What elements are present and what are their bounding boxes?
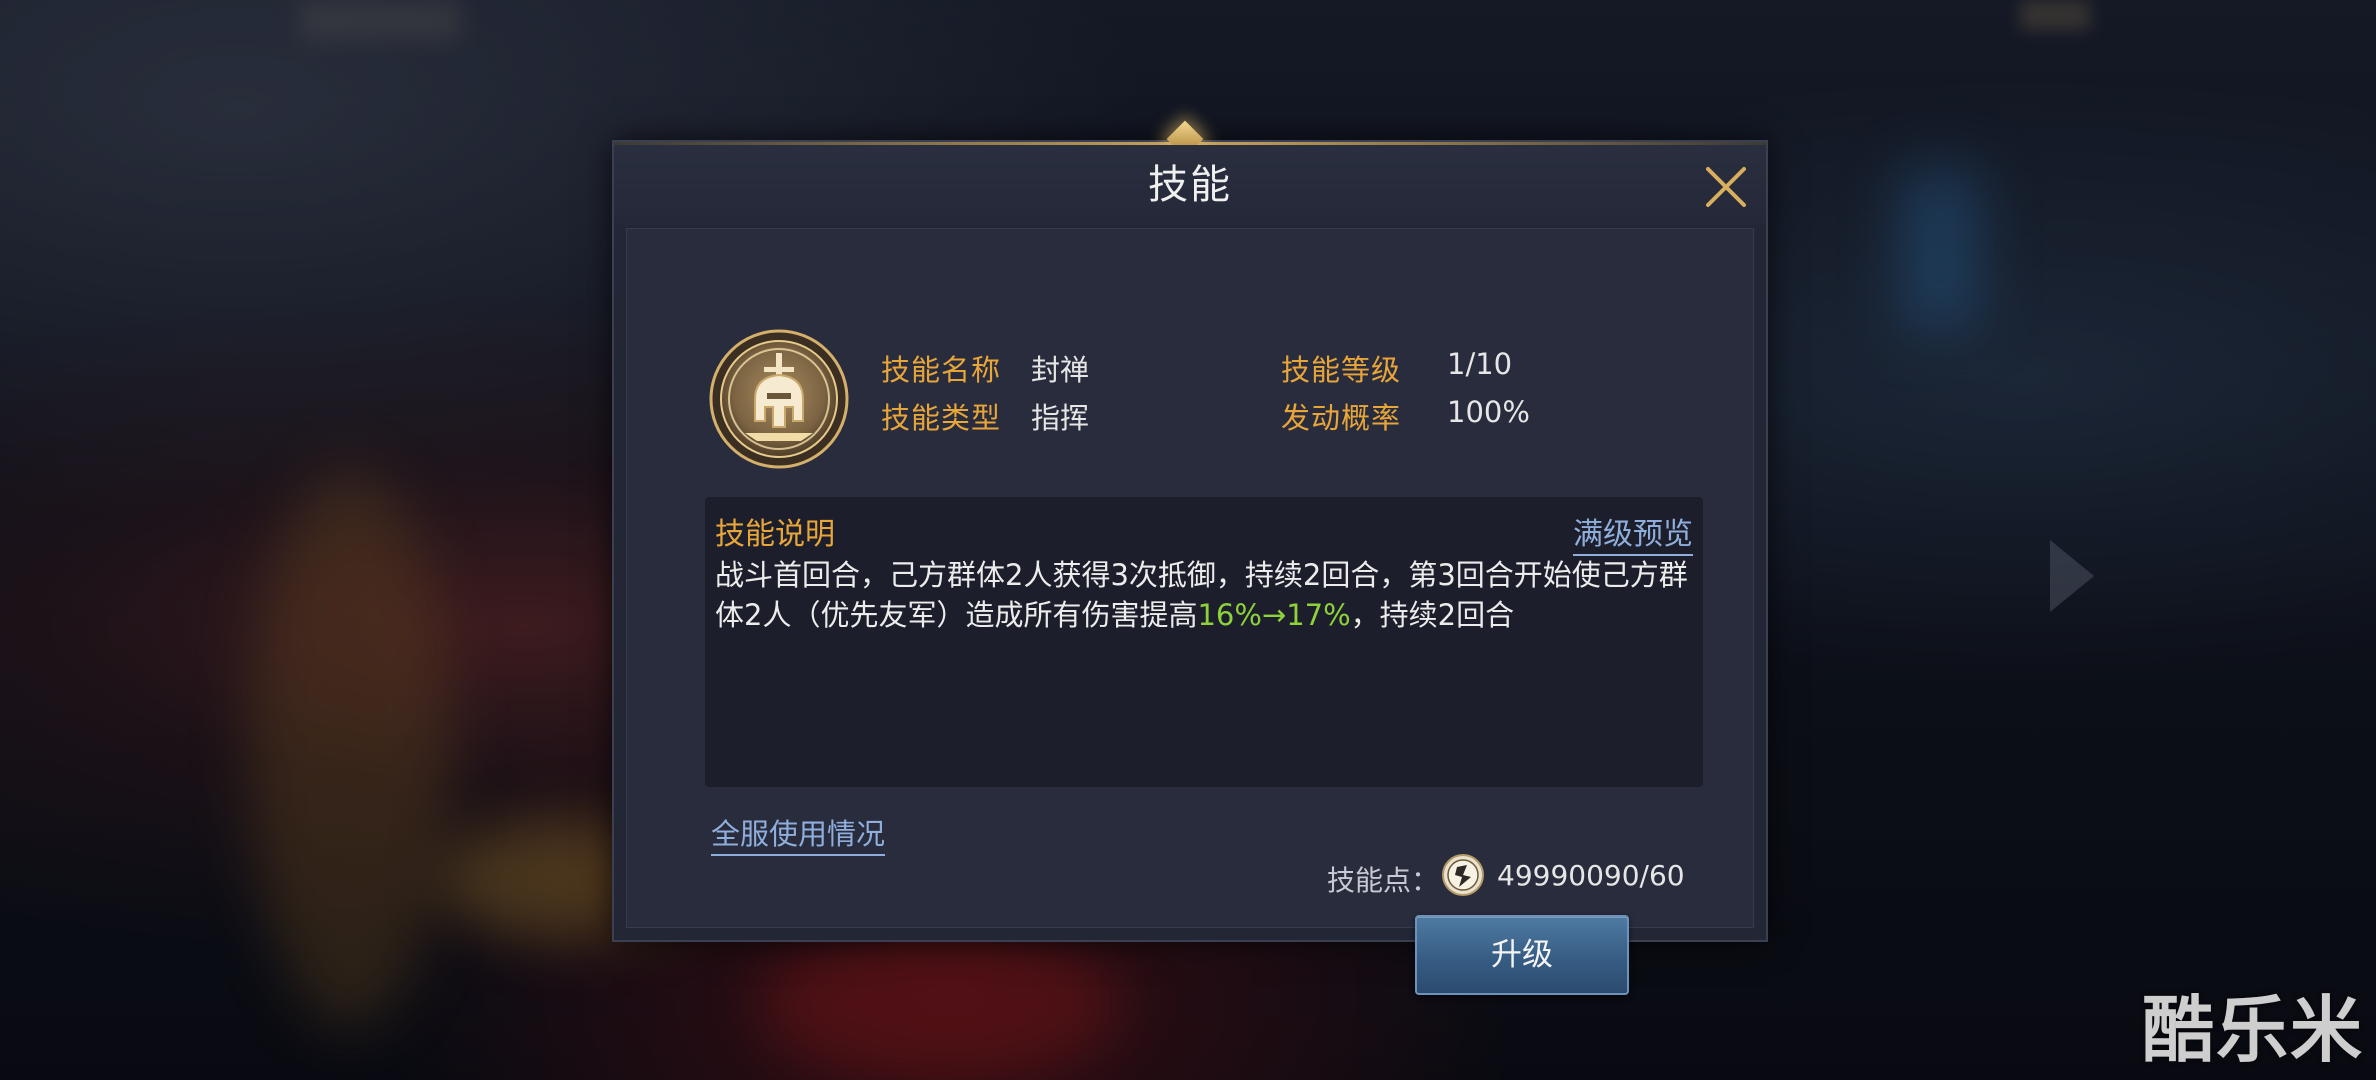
dialog-title: 技能: [1148, 162, 1232, 208]
skill-points-label: 技能点：: [1327, 864, 1440, 897]
dialog-body: 技能名称 封禅 技能等级 1/10 技能类型 指挥 发动概率 100% 技能说明…: [626, 228, 1754, 995]
description-title: 技能说明: [715, 517, 835, 552]
skill-points-value: 49990090/60: [1497, 859, 1685, 892]
skill-level-value: 1/10: [1447, 347, 1513, 381]
upgrade-button[interactable]: 升级: [1415, 915, 1629, 995]
skill-dialog: 技能 技能名称 封禅 技能等级 1/10 技能类型 指挥 发动概率 100% 技…: [612, 120, 1768, 995]
skill-point-token: [1441, 853, 1485, 897]
game-screen: 技能 技能名称 封禅 技能等级 1/10 技能类型 指挥 发动概率 100% 技…: [0, 0, 2376, 1080]
max-level-preview-link[interactable]: 满级预览: [1573, 509, 1693, 556]
description-text: 战斗首回合，己方群体2人获得3次抵御，持续2回合，第3回合开始使己方群体2人（优…: [715, 555, 1693, 635]
dialog-title-bar: 技能: [614, 145, 1766, 225]
skill-name-label: 技能名称: [881, 353, 1002, 387]
skill-emblem: [709, 329, 849, 469]
skill-description-panel: 技能说明 满级预览 战斗首回合，己方群体2人获得3次抵御，持续2回合，第3回合开…: [705, 497, 1703, 787]
skill-point-token-icon: [1442, 854, 1484, 896]
watermark-logo: 酷乐米: [2141, 988, 2364, 1072]
description-text-part2: ，持续2回合: [1350, 598, 1515, 632]
damage-bonus-highlight: 16%→17%: [1197, 598, 1351, 632]
trigger-chance-label: 发动概率: [1281, 401, 1402, 435]
helmet-sword-emblem-icon: [709, 329, 849, 469]
close-icon: [1706, 167, 1746, 207]
skill-level-label: 技能等级: [1281, 353, 1402, 387]
skill-points-row: 技能点： 49990090/60: [1327, 851, 1727, 899]
server-usage-link[interactable]: 全服使用情况: [711, 811, 886, 856]
trigger-chance-value: 100%: [1447, 395, 1530, 429]
skill-name-value: 封禅: [1031, 353, 1090, 387]
skill-type-label: 技能类型: [881, 401, 1002, 435]
skill-type-value: 指挥: [1031, 401, 1090, 435]
close-button[interactable]: [1696, 157, 1756, 217]
